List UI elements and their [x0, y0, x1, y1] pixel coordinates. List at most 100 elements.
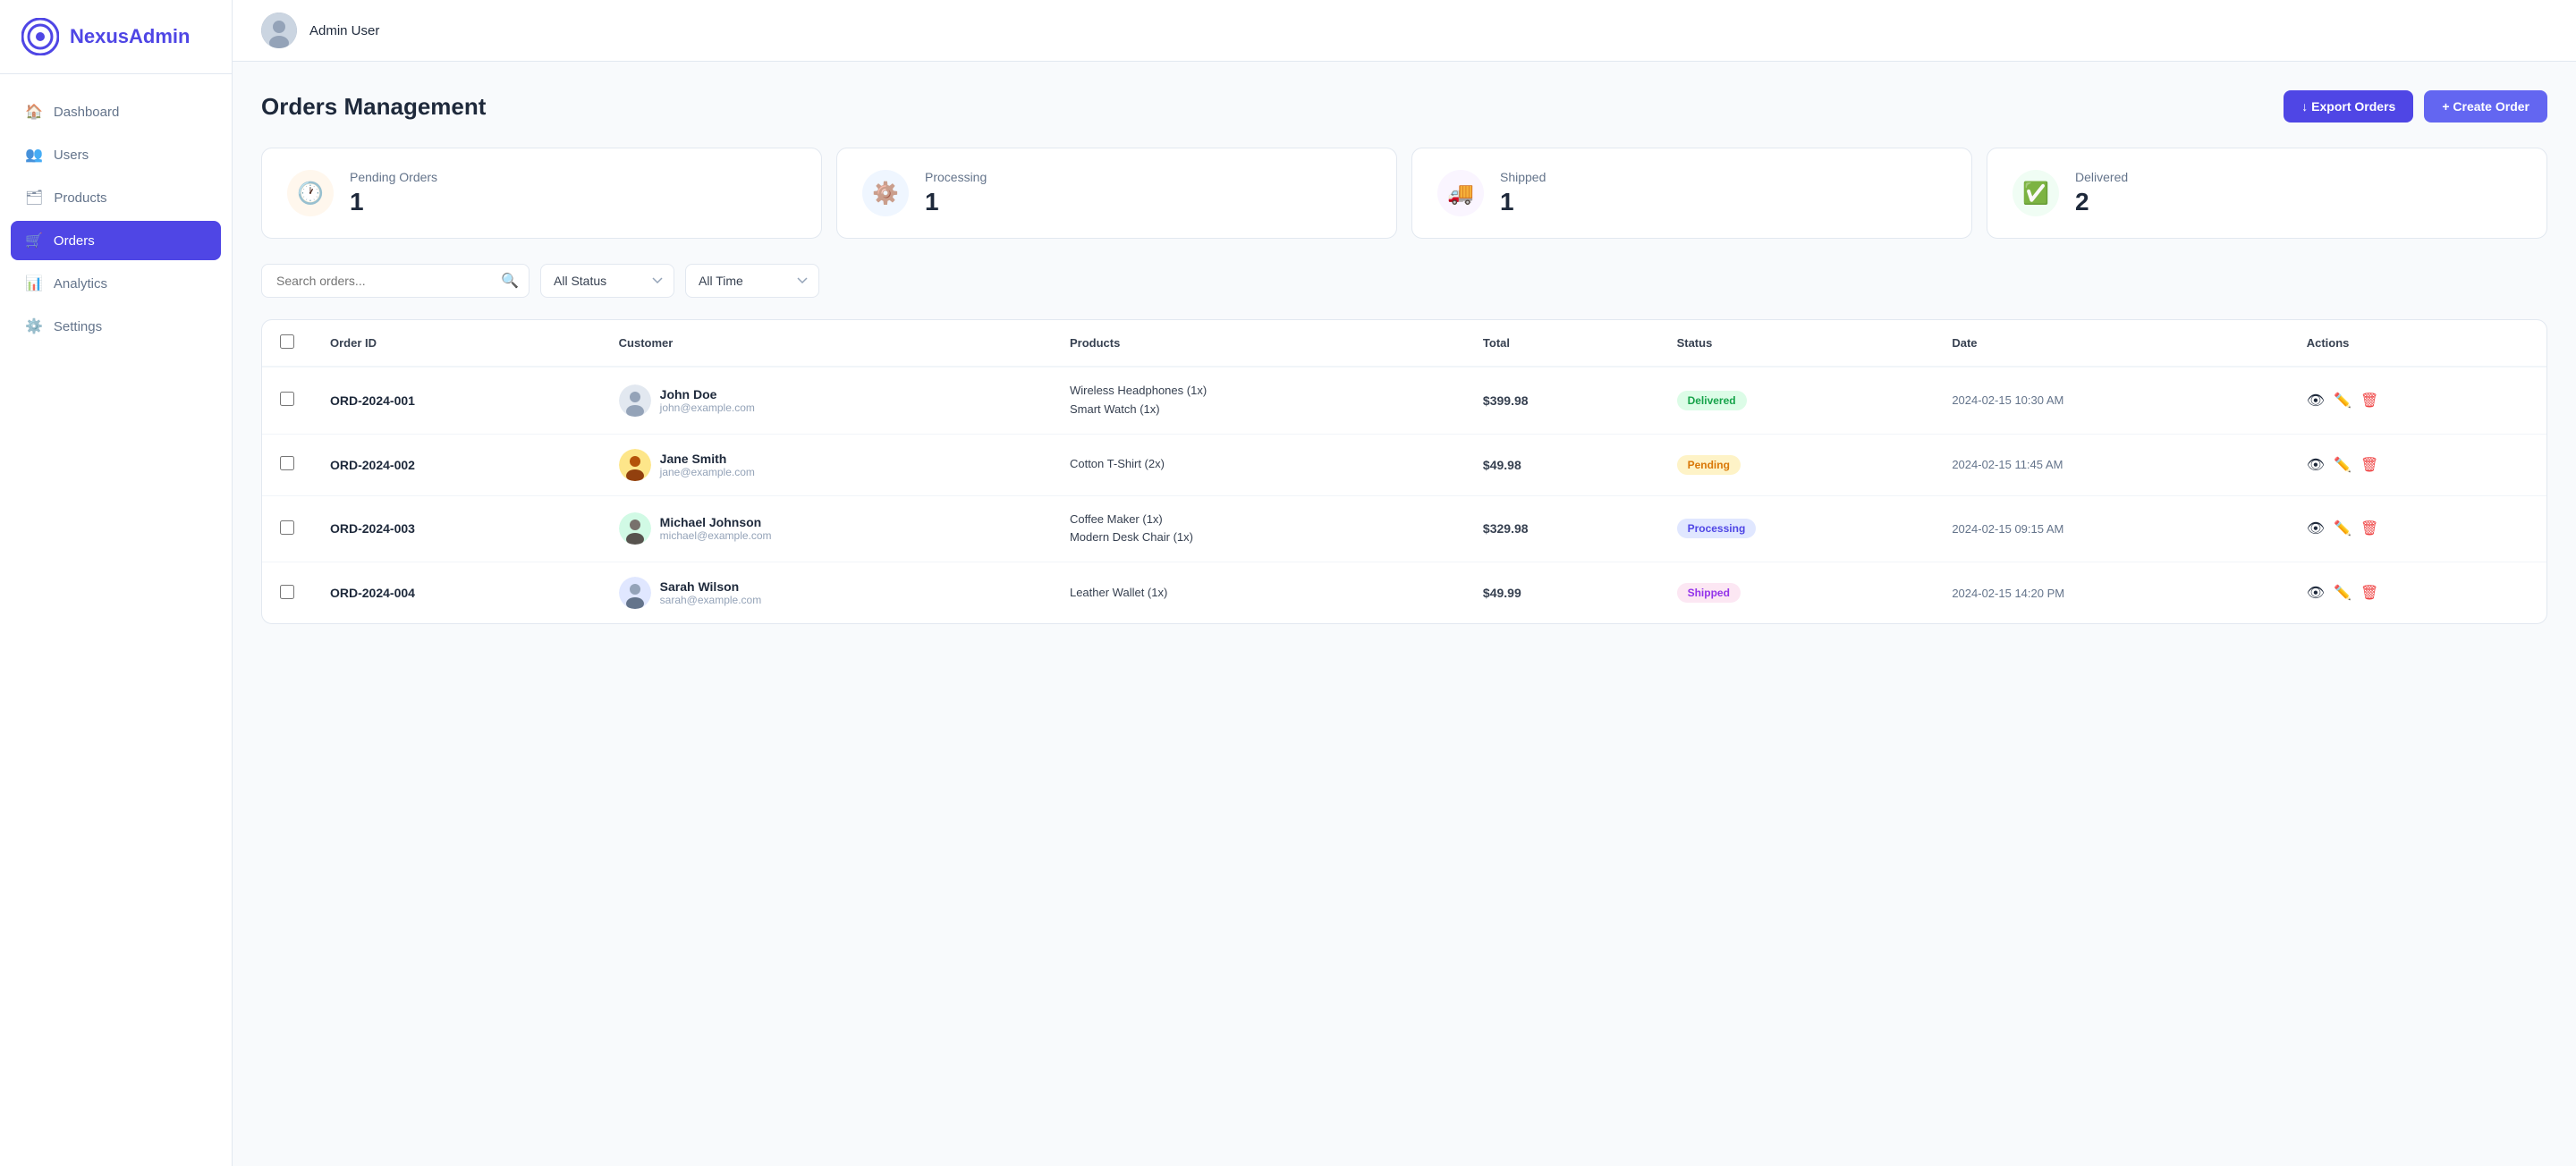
view-button[interactable]: 👁: [2307, 520, 2325, 537]
th-checkbox: [262, 320, 312, 367]
delete-button[interactable]: 🗑: [2360, 584, 2378, 602]
stat-label-processing: Processing: [925, 170, 987, 184]
customer-avatar: [619, 577, 651, 609]
sidebar-logo: NexusAdmin: [0, 0, 232, 74]
view-button[interactable]: 👁: [2307, 584, 2325, 602]
total-cell: $49.98: [1465, 434, 1659, 495]
header: Admin User: [233, 0, 2576, 62]
edit-button[interactable]: ✏️: [2334, 520, 2351, 537]
avatar: [261, 13, 297, 48]
order-id-cell: ORD-2024-002: [312, 434, 601, 495]
row-checkbox[interactable]: [280, 456, 294, 470]
row-checkbox[interactable]: [280, 585, 294, 599]
customer-email: john@example.com: [660, 401, 755, 414]
shipped-icon-wrap: 🚚: [1437, 170, 1484, 216]
sidebar-item-users[interactable]: 👥 Users: [11, 135, 221, 174]
sidebar-item-products[interactable]: 🗂 Products: [11, 178, 221, 217]
row-checkbox-cell: [262, 434, 312, 495]
stat-label-delivered: Delivered: [2075, 170, 2128, 184]
customer-name: John Doe: [660, 387, 755, 401]
brand-name: NexusAdmin: [70, 25, 191, 48]
row-checkbox[interactable]: [280, 520, 294, 535]
clock-icon: 🕐: [297, 181, 324, 207]
sidebar-item-dashboard[interactable]: 🏠 Dashboard: [11, 92, 221, 131]
select-all-checkbox[interactable]: [280, 334, 294, 349]
order-id-cell: ORD-2024-001: [312, 367, 601, 434]
search-wrap: 🔍: [261, 264, 530, 298]
order-id-cell: ORD-2024-003: [312, 495, 601, 562]
delete-button[interactable]: 🗑: [2360, 456, 2378, 474]
view-button[interactable]: 👁: [2307, 392, 2325, 410]
stat-value-pending: 1: [350, 188, 437, 216]
search-button[interactable]: 🔍: [501, 272, 519, 290]
stat-card-processing: ⚙️ Processing 1: [836, 148, 1397, 239]
customer-email: michael@example.com: [660, 529, 772, 542]
th-order-id: Order ID: [312, 320, 601, 367]
products-icon: 🗂: [25, 189, 43, 207]
row-checkbox[interactable]: [280, 392, 294, 406]
orders-table-wrap: Order ID Customer Products Total Status …: [261, 319, 2547, 624]
status-filter-select[interactable]: All Status Delivered Pending Processing …: [540, 264, 674, 298]
delivered-icon-wrap: ✅: [2012, 170, 2059, 216]
sidebar-item-settings[interactable]: ⚙️ Settings: [11, 307, 221, 346]
time-filter-select[interactable]: All Time Today This Week This Month: [685, 264, 819, 298]
analytics-icon: 📊: [25, 275, 43, 292]
customer-cell: John Doe john@example.com: [601, 367, 1052, 434]
page-header: Orders Management ↓ Export Orders + Crea…: [261, 90, 2547, 123]
view-button[interactable]: 👁: [2307, 456, 2325, 474]
th-actions: Actions: [2289, 320, 2546, 367]
stat-card-delivered: ✅ Delivered 2: [1987, 148, 2547, 239]
status-cell: Delivered: [1659, 367, 1935, 434]
stat-label-shipped: Shipped: [1500, 170, 1546, 184]
sidebar-item-orders[interactable]: 🛒 Orders: [11, 221, 221, 260]
products-cell: Coffee Maker (1x)Modern Desk Chair (1x): [1052, 495, 1465, 562]
orders-icon: 🛒: [25, 232, 43, 249]
edit-button[interactable]: ✏️: [2334, 392, 2351, 410]
customer-cell: Jane Smith jane@example.com: [601, 434, 1052, 495]
table-row: ORD-2024-002 Jane Smith jane@example.com…: [262, 434, 2546, 495]
orders-table: Order ID Customer Products Total Status …: [262, 320, 2546, 623]
products-cell: Cotton T-Shirt (2x): [1052, 434, 1465, 495]
create-order-button[interactable]: + Create Order: [2424, 90, 2547, 123]
total-cell: $399.98: [1465, 367, 1659, 434]
status-badge: Processing: [1677, 519, 1757, 538]
status-badge: Delivered: [1677, 391, 1747, 410]
date-cell: 2024-02-15 10:30 AM: [1934, 367, 2288, 434]
edit-button[interactable]: ✏️: [2334, 456, 2351, 474]
sidebar-item-label-settings: Settings: [54, 319, 102, 334]
delete-button[interactable]: 🗑: [2360, 520, 2378, 537]
status-cell: Processing: [1659, 495, 1935, 562]
delete-button[interactable]: 🗑: [2360, 392, 2378, 410]
actions-cell: 👁 ✏️ 🗑: [2289, 367, 2546, 434]
th-status: Status: [1659, 320, 1935, 367]
stats-row: 🕐 Pending Orders 1 ⚙️ Processing 1 🚚: [261, 148, 2547, 239]
customer-name: Jane Smith: [660, 452, 755, 466]
search-input[interactable]: [261, 264, 530, 298]
status-cell: Shipped: [1659, 562, 1935, 624]
export-orders-button[interactable]: ↓ Export Orders: [2284, 90, 2413, 123]
customer-email: jane@example.com: [660, 466, 755, 478]
th-total: Total: [1465, 320, 1659, 367]
logo-icon: [21, 18, 59, 55]
settings-icon: ⚙️: [25, 317, 43, 335]
customer-avatar: [619, 384, 651, 417]
sidebar-item-analytics[interactable]: 📊 Analytics: [11, 264, 221, 303]
sidebar: NexusAdmin 🏠 Dashboard 👥 Users 🗂 Product…: [0, 0, 233, 1166]
date-cell: 2024-02-15 11:45 AM: [1934, 434, 2288, 495]
edit-button[interactable]: ✏️: [2334, 584, 2351, 602]
sidebar-item-label-orders: Orders: [54, 233, 95, 249]
export-label: ↓ Export Orders: [2301, 99, 2395, 114]
sidebar-nav: 🏠 Dashboard 👥 Users 🗂 Products 🛒 Orders …: [0, 74, 232, 364]
header-username: Admin User: [309, 23, 379, 38]
status-badge: Pending: [1677, 455, 1741, 475]
customer-avatar: [619, 449, 651, 481]
row-checkbox-cell: [262, 562, 312, 624]
customer-cell: Michael Johnson michael@example.com: [601, 495, 1052, 562]
sidebar-item-label-products: Products: [54, 190, 106, 206]
stat-value-delivered: 2: [2075, 188, 2128, 216]
processing-icon-wrap: ⚙️: [862, 170, 909, 216]
total-cell: $49.99: [1465, 562, 1659, 624]
actions-cell: 👁 ✏️ 🗑: [2289, 495, 2546, 562]
orders-tbody: ORD-2024-001 John Doe john@example.com W…: [262, 367, 2546, 623]
customer-name: Sarah Wilson: [660, 579, 762, 594]
